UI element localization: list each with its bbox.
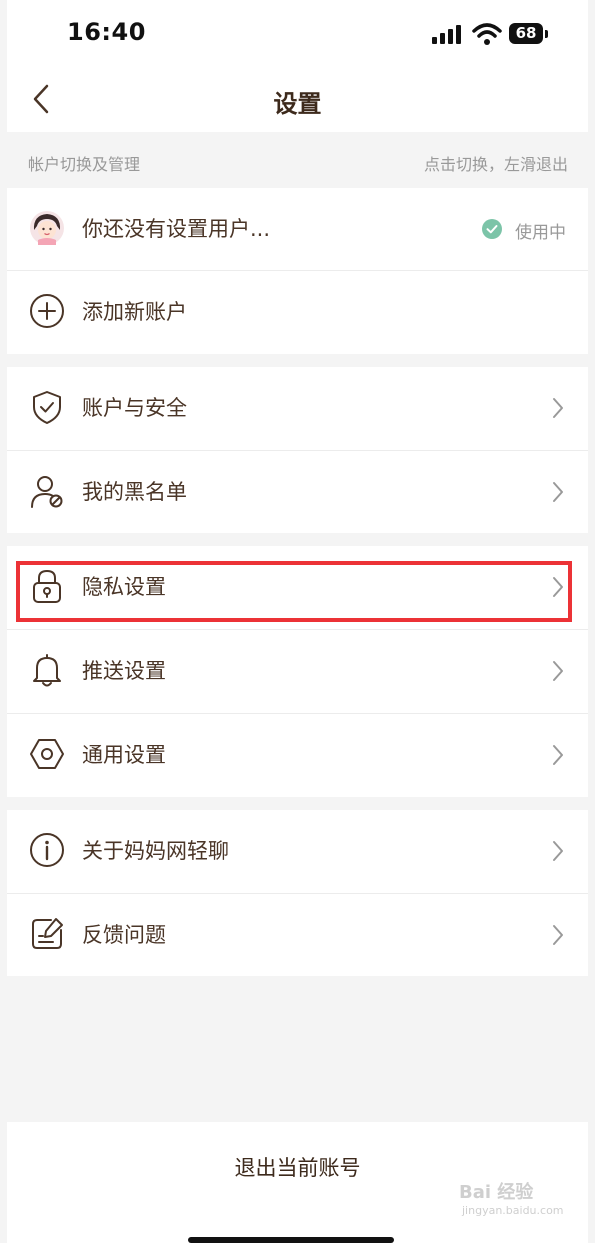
- watermark-logo: Bai 经验: [459, 1182, 534, 1203]
- current-account-row[interactable]: 你还没有设置用户... 使用中: [7, 188, 588, 271]
- chevron-right-icon: [553, 661, 563, 681]
- feedback-row[interactable]: 反馈问题: [7, 894, 588, 977]
- general-settings-row[interactable]: 通用设置: [7, 714, 588, 797]
- user-blocked-icon: [31, 476, 63, 508]
- plus-circle-icon: [30, 294, 64, 328]
- chevron-right-icon: [553, 482, 563, 502]
- add-account-label: 添加新账户: [82, 300, 187, 324]
- highlight-box: [16, 561, 572, 622]
- battery-tip: [545, 30, 548, 38]
- page-title: 设置: [273, 90, 322, 118]
- account-security-row[interactable]: 账户与安全: [7, 367, 588, 450]
- chevron-right-icon: [553, 841, 563, 861]
- check-circle-icon: [482, 219, 502, 239]
- home-indicator: [188, 1237, 394, 1243]
- add-account-row[interactable]: 添加新账户: [7, 271, 588, 354]
- cellular-signal-icon: [432, 24, 464, 46]
- chevron-right-icon: [553, 745, 563, 765]
- wifi-icon: [472, 23, 502, 45]
- in-use-status: 使用中: [515, 223, 566, 243]
- shield-check-icon: [33, 391, 61, 424]
- about-label: 关于妈妈网轻聊: [82, 839, 229, 863]
- status-time: 16:40: [67, 18, 146, 46]
- accounts-header-right: 点击切换，左滑退出: [423, 155, 568, 174]
- settings-screen: 16:40 68 设置 帐户切换及管理 点击切换，左滑退出 你还没有设置用户..…: [7, 0, 588, 1243]
- chevron-right-icon: [553, 398, 563, 418]
- general-settings-label: 通用设置: [82, 743, 166, 767]
- account-security-label: 账户与安全: [82, 396, 187, 420]
- watermark-url: jingyan.baidu.com: [462, 1204, 564, 1217]
- push-settings-row[interactable]: 推送设置: [7, 630, 588, 713]
- battery-indicator: 68: [509, 23, 543, 44]
- current-account-name: 你还没有设置用户...: [82, 217, 271, 241]
- feedback-icon: [32, 918, 63, 949]
- push-settings-label: 推送设置: [82, 659, 166, 683]
- about-row[interactable]: 关于妈妈网轻聊: [7, 810, 588, 893]
- blacklist-row[interactable]: 我的黑名单: [7, 451, 588, 534]
- security-group: 账户与安全 我的黑名单: [7, 367, 588, 533]
- about-group: 关于妈妈网轻聊 反馈问题: [7, 810, 588, 976]
- chevron-right-icon: [553, 925, 563, 945]
- accounts-group: 你还没有设置用户... 使用中 添加新账户: [7, 188, 588, 354]
- info-icon: [30, 833, 64, 867]
- avatar: [30, 211, 64, 245]
- accounts-header-left: 帐户切换及管理: [28, 155, 141, 174]
- accounts-section-header: 帐户切换及管理 点击切换，左滑退出: [7, 132, 588, 188]
- feedback-label: 反馈问题: [82, 923, 166, 947]
- bell-icon: [33, 654, 61, 687]
- hexagon-settings-icon: [30, 739, 64, 769]
- top-bar: 16:40 68 设置: [7, 0, 588, 132]
- blacklist-label: 我的黑名单: [82, 480, 187, 504]
